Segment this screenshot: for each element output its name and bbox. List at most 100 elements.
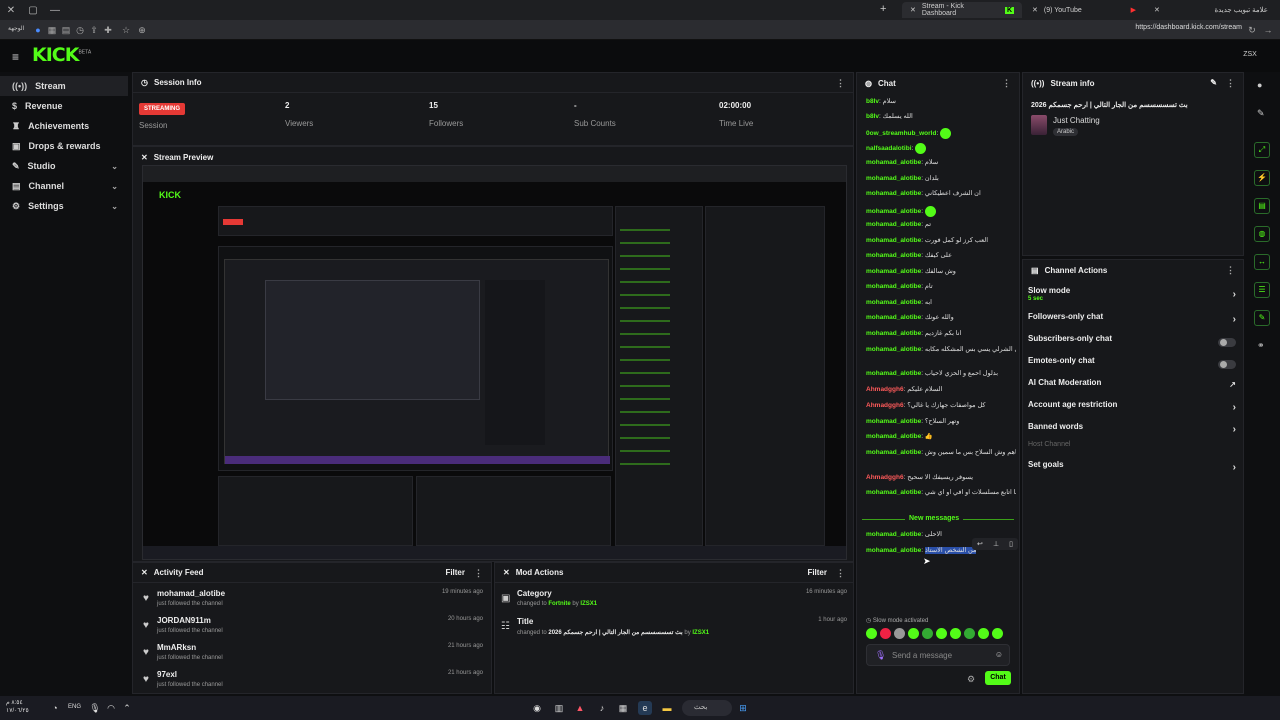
share-icon[interactable]: ⚭ (1257, 340, 1265, 351)
zoom-icon[interactable]: ⊕ (136, 24, 148, 36)
rail-button-doc[interactable]: ▤ (1254, 198, 1270, 214)
close-tab-icon[interactable]: ✕ (1032, 6, 1038, 14)
chat-username[interactable]: mohamad_alotibe (866, 330, 921, 337)
language-indicator[interactable]: ENG (68, 704, 81, 710)
stream-preview-video[interactable]: KICK (142, 165, 847, 560)
calendar-icon[interactable]: ▦ (616, 701, 630, 715)
tab-new[interactable]: ✕ علامة تبويب جديدة (1146, 2, 1276, 18)
more-options-icon[interactable]: ⋮ (1226, 78, 1235, 89)
chat-username[interactable]: mohamad_alotibe (866, 370, 921, 377)
close-tab-icon[interactable]: ✕ (910, 6, 916, 14)
subscribers-only-toggle[interactable] (1218, 338, 1236, 347)
history-icon[interactable]: ◷ (74, 24, 86, 36)
set-goals-action[interactable]: Set goals › (1028, 460, 1238, 480)
collapse-icon[interactable]: ✕ (141, 153, 148, 162)
emote-icon[interactable] (964, 628, 975, 639)
emote-icon[interactable] (950, 628, 961, 639)
chat-username[interactable]: mohamad_alotibe (866, 531, 921, 538)
puzzle-icon[interactable]: ✚ (102, 24, 114, 36)
chat-username[interactable]: mohamad_alotibe (866, 547, 921, 554)
activity-username[interactable]: 97exl (157, 670, 177, 679)
microphone-icon[interactable]: 🎙 (88, 701, 102, 715)
emote-icon[interactable] (922, 628, 933, 639)
followers-only-action[interactable]: Followers-only chat › (1028, 312, 1238, 332)
chat-username[interactable]: mohamad_alotibe (866, 346, 921, 353)
more-options-icon[interactable]: ⋮ (836, 78, 845, 89)
activity-username[interactable]: MmARksn (157, 643, 196, 652)
kick-logo[interactable]: KICKBETA (32, 44, 91, 66)
brave-icon[interactable]: ▲ (573, 701, 587, 715)
edit-icon[interactable]: ✎ (1210, 78, 1217, 87)
send-chat-button[interactable]: Chat (985, 671, 1011, 685)
rail-button-tools[interactable]: ✎ (1254, 310, 1270, 326)
more-options-icon[interactable]: ⋮ (836, 568, 845, 579)
minimize-window-icon[interactable]: — (44, 5, 66, 16)
more-options-icon[interactable]: ⋮ (474, 568, 483, 579)
more-options-icon[interactable]: ⋮ (1002, 78, 1011, 89)
chat-username[interactable]: b8lv (866, 113, 879, 120)
notification-icon[interactable]: ◔ (48, 701, 62, 715)
chat-username[interactable]: b8lv (866, 98, 879, 105)
taskbar-search[interactable]: بحث (682, 700, 732, 716)
microphone-icon[interactable]: 🎙 (875, 650, 886, 661)
chat-username[interactable]: 0ow_streamhub_world (866, 130, 936, 137)
chat-username[interactable]: Ahmadggh6 (866, 402, 904, 409)
chat-username[interactable]: mohamad_alotibe (866, 175, 921, 182)
wifi-icon[interactable]: ◠ (104, 701, 118, 715)
chat-input[interactable]: 🎙 Send a message ☺ (866, 644, 1010, 666)
sidebar-item-studio[interactable]: ✎ Studio ⌄ (0, 156, 128, 176)
pin-icon[interactable]: ⊥ (993, 540, 999, 548)
task-view-icon[interactable]: ▥ (552, 701, 566, 715)
rail-button-raid[interactable]: ↔ (1254, 254, 1270, 270)
share-icon[interactable]: ⇪ (88, 24, 100, 36)
filter-button[interactable]: Filter (807, 568, 827, 577)
edge-icon[interactable]: e (638, 701, 652, 715)
emote-icon[interactable] (880, 628, 891, 639)
chat-username[interactable]: mohamad_alotibe (866, 314, 921, 321)
emotes-only-toggle[interactable] (1218, 360, 1236, 369)
more-options-icon[interactable]: ⋮ (1226, 265, 1235, 276)
sidebar-item-settings[interactable]: ⚙ Settings ⌄ (0, 196, 128, 216)
emote-icon[interactable] (908, 628, 919, 639)
ai-moderation-action[interactable]: AI Chat Moderation ↗ (1028, 378, 1238, 398)
mod-username[interactable]: IZSX1 (692, 630, 709, 636)
chat-username[interactable]: mohamad_alotibe (866, 433, 921, 440)
chat-username[interactable]: mohamad_alotibe (866, 268, 921, 275)
file-explorer-icon[interactable]: ▬ (660, 701, 674, 715)
rail-button-chat[interactable]: ◍ (1254, 226, 1270, 242)
sidebar-item-achievements[interactable]: ♜ Achievements (0, 116, 128, 136)
clock[interactable]: ٨:٥٤ م ١٧/٠٦/٢٥ (6, 699, 29, 715)
reload-icon[interactable]: ↻ (1246, 24, 1258, 36)
user-avatar[interactable]: ZSX (1240, 48, 1260, 62)
chat-username[interactable]: Ahmadggh6 (866, 474, 904, 481)
chat-settings-icon[interactable]: ⚙ (967, 674, 975, 685)
sidebar-item-revenue[interactable]: $ Revenue (0, 96, 128, 116)
emoji-icon[interactable]: ☺ (995, 650, 1003, 659)
banned-words-action[interactable]: Banned words › (1028, 422, 1238, 442)
chat-username[interactable]: mohamad_alotibe (866, 190, 921, 197)
slow-mode-action[interactable]: Slow mode 5 sec › (1028, 286, 1238, 306)
stream-category[interactable]: Just Chatting (1053, 116, 1100, 125)
chat-username[interactable]: mohamad_alotibe (866, 159, 921, 166)
reply-icon[interactable]: ↩ (977, 540, 983, 548)
profile-label[interactable]: الوجهة (8, 25, 24, 32)
emote-icon[interactable] (894, 628, 905, 639)
collapse-icon[interactable]: ✕ (503, 568, 510, 577)
bookmark-star-icon[interactable]: ☆ (120, 24, 132, 36)
filter-button[interactable]: Filter (445, 568, 465, 577)
delete-icon[interactable]: ▯ (1009, 540, 1013, 548)
new-tab-icon[interactable]: + (880, 3, 886, 15)
edit-icon[interactable]: ✎ (1257, 108, 1265, 119)
rail-button-flash[interactable]: ⚡ (1254, 170, 1270, 186)
chat-username[interactable]: mohamad_alotibe (866, 299, 921, 306)
sidebar-item-stream[interactable]: ((•)) Stream (0, 76, 128, 96)
forward-icon[interactable]: → (1262, 24, 1274, 36)
close-window-icon[interactable]: ✕ (0, 5, 22, 16)
emote-icon[interactable] (866, 628, 877, 639)
chat-username[interactable]: mohamad_alotibe (866, 489, 921, 496)
chevron-up-icon[interactable]: ⌃ (120, 701, 134, 715)
info-icon[interactable]: ● (1257, 80, 1262, 90)
sidebar-item-channel[interactable]: ▤ Channel ⌄ (0, 176, 128, 196)
emote-icon[interactable] (978, 628, 989, 639)
collapse-icon[interactable]: ✕ (141, 568, 148, 577)
